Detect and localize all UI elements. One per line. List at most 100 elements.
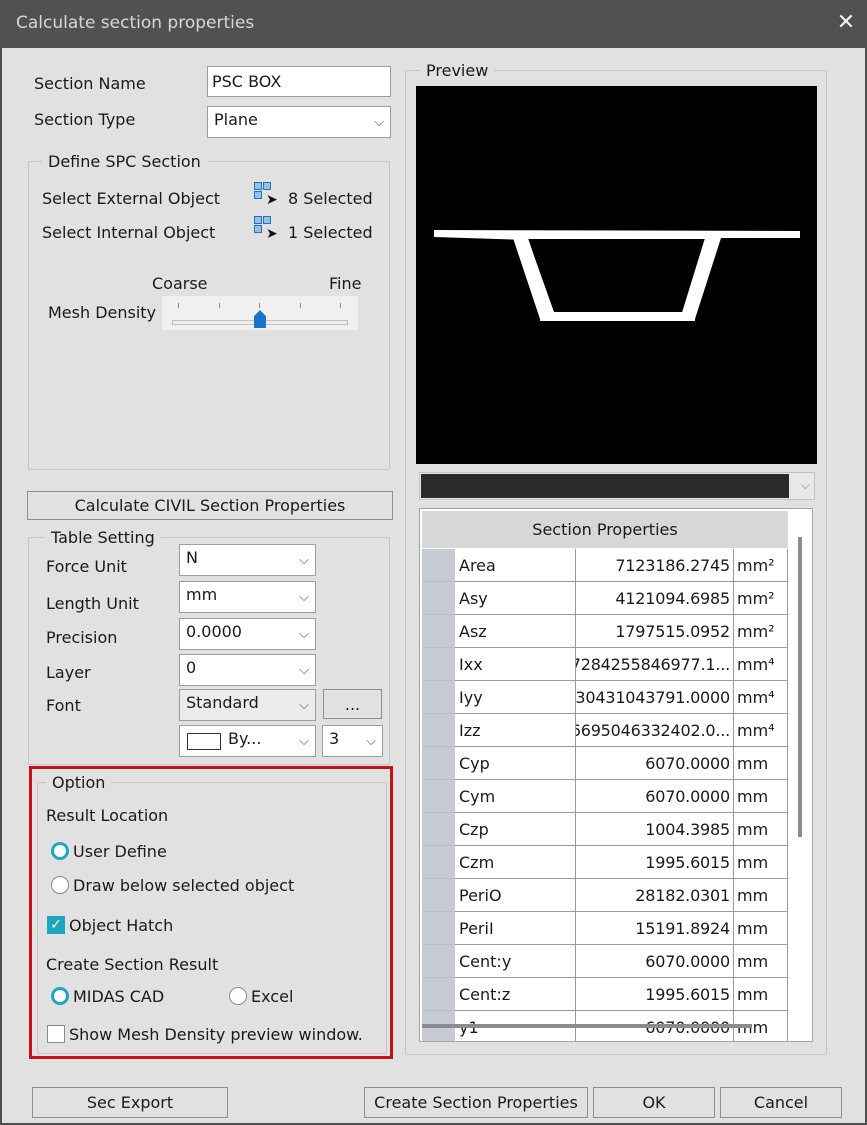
row-header[interactable] bbox=[422, 879, 455, 912]
close-icon[interactable]: ✕ bbox=[832, 8, 860, 38]
precision-value: 0.0000 bbox=[186, 622, 242, 641]
select-internal-icon[interactable]: ➤ bbox=[254, 216, 278, 242]
create-section-properties-button[interactable]: Create Section Properties bbox=[364, 1087, 588, 1118]
cancel-button[interactable]: Cancel bbox=[720, 1087, 842, 1118]
chevron-down-icon[interactable]: ⌵ bbox=[293, 690, 315, 720]
row-header[interactable] bbox=[422, 615, 455, 648]
property-name-cell: Cyp bbox=[455, 747, 576, 780]
property-value-cell: 1995.6015 bbox=[576, 978, 734, 1011]
property-name-cell: PeriI bbox=[455, 912, 576, 945]
property-unit-cell: mm² bbox=[734, 615, 788, 648]
horizontal-scrollbar[interactable] bbox=[422, 1024, 752, 1028]
layer-label: Layer bbox=[46, 663, 91, 682]
external-selected-count: 8 Selected bbox=[288, 189, 373, 208]
property-value-cell: 15191.8924 bbox=[576, 912, 734, 945]
section-properties-table[interactable]: Section Properties Area 7123186.2745 mm² As… bbox=[419, 508, 813, 1042]
chevron-down-icon[interactable]: ⌵ bbox=[293, 726, 315, 756]
font-more-button[interactable]: ... bbox=[323, 689, 382, 719]
external-object-label: Select External Object bbox=[42, 189, 221, 208]
font-label: Font bbox=[46, 696, 81, 715]
property-unit-cell: mm⁴ bbox=[734, 681, 788, 714]
ok-button[interactable]: OK bbox=[593, 1087, 715, 1118]
row-header[interactable] bbox=[422, 945, 455, 978]
property-value-cell: 1995.6015 bbox=[576, 846, 734, 879]
psc-box-bottom-flange bbox=[540, 312, 695, 321]
line-weight-select[interactable]: 3 ⌵ bbox=[322, 725, 383, 757]
select-external-icon[interactable]: ➤ bbox=[254, 182, 278, 208]
property-unit-cell: mm bbox=[734, 747, 788, 780]
line-type-select[interactable]: By... ⌵ bbox=[179, 725, 316, 757]
property-value-cell: 1797515.0952 bbox=[576, 615, 734, 648]
row-header[interactable] bbox=[422, 648, 455, 681]
row-header[interactable] bbox=[422, 813, 455, 846]
property-value-cell: 6070.0000 bbox=[576, 747, 734, 780]
length-unit-select[interactable]: mm ⌵ bbox=[179, 581, 316, 613]
precision-label: Precision bbox=[46, 628, 118, 647]
psc-box-section-drawing bbox=[434, 230, 800, 321]
row-header[interactable] bbox=[422, 582, 455, 615]
vertical-scrollbar[interactable] bbox=[798, 537, 802, 837]
property-unit-cell: mm bbox=[734, 846, 788, 879]
row-header[interactable] bbox=[422, 846, 455, 879]
property-name-cell: Czm bbox=[455, 846, 576, 879]
section-type-select[interactable]: Plane ⌵ bbox=[207, 106, 391, 138]
property-value-cell: 28182.0301 bbox=[576, 879, 734, 912]
row-header[interactable] bbox=[422, 747, 455, 780]
title-bar[interactable]: Calculate section properties ✕ bbox=[0, 0, 867, 48]
chevron-down-icon[interactable]: ⌵ bbox=[293, 619, 315, 649]
property-value-cell: 17284255846977.1... bbox=[576, 648, 734, 681]
table-setting-title: Table Setting bbox=[45, 528, 161, 547]
calculate-civil-button[interactable]: Calculate CIVIL Section Properties bbox=[27, 491, 393, 520]
layer-select[interactable]: 0 ⌵ bbox=[179, 654, 316, 686]
property-name-cell: Cym bbox=[455, 780, 576, 813]
property-unit-cell: mm⁴ bbox=[734, 714, 788, 747]
row-header[interactable] bbox=[422, 912, 455, 945]
fine-label: Fine bbox=[329, 274, 362, 293]
chevron-down-icon[interactable]: ⌵ bbox=[801, 478, 810, 493]
property-unit-cell: mm bbox=[734, 978, 788, 1011]
property-value-cell: 7123186.2745 bbox=[576, 549, 734, 582]
preview-layer-color bbox=[421, 474, 789, 498]
chevron-down-icon[interactable]: ⌵ bbox=[293, 545, 315, 575]
property-value-cell: 8230431043791.0000 bbox=[576, 681, 734, 714]
font-select[interactable]: Standard ⌵ bbox=[179, 689, 316, 721]
row-header[interactable] bbox=[422, 714, 455, 747]
line-swatch-icon bbox=[187, 733, 221, 750]
section-name-input[interactable]: PSC BOX bbox=[207, 66, 391, 97]
chevron-down-icon[interactable]: ⌵ bbox=[368, 107, 390, 137]
chevron-down-icon[interactable]: ⌵ bbox=[293, 582, 315, 612]
row-header[interactable] bbox=[422, 780, 455, 813]
section-name-label: Section Name bbox=[34, 74, 146, 93]
preview-title: Preview bbox=[420, 61, 495, 80]
line-type-value: By... bbox=[228, 729, 262, 748]
mesh-density-label: Mesh Density bbox=[48, 303, 157, 322]
window-title: Calculate section properties bbox=[16, 13, 255, 33]
precision-select[interactable]: 0.0000 ⌵ bbox=[179, 618, 316, 650]
property-unit-cell: mm bbox=[734, 780, 788, 813]
coarse-label: Coarse bbox=[152, 274, 208, 293]
row-header[interactable] bbox=[422, 549, 455, 582]
row-header[interactable] bbox=[422, 978, 455, 1011]
property-unit-cell: mm bbox=[734, 813, 788, 846]
internal-object-label: Select Internal Object bbox=[42, 223, 216, 242]
section-type-label: Section Type bbox=[34, 110, 136, 129]
property-unit-cell: mm⁴ bbox=[734, 648, 788, 681]
property-value-cell: 6070.0000 bbox=[576, 945, 734, 978]
layer-value: 0 bbox=[186, 658, 197, 677]
preview-layer-select[interactable]: ⌵ bbox=[419, 472, 815, 500]
chevron-down-icon[interactable]: ⌵ bbox=[360, 726, 382, 756]
font-value: Standard bbox=[186, 693, 259, 712]
line-weight-value: 3 bbox=[329, 729, 340, 748]
spc-section-title: Define SPC Section bbox=[42, 152, 207, 171]
force-unit-select[interactable]: N ⌵ bbox=[179, 544, 316, 576]
chevron-down-icon[interactable]: ⌵ bbox=[293, 655, 315, 685]
row-header[interactable] bbox=[422, 681, 455, 714]
sec-export-button[interactable]: Sec Export bbox=[32, 1087, 228, 1118]
section-type-value: Plane bbox=[214, 110, 258, 129]
property-unit-cell: mm bbox=[734, 912, 788, 945]
property-unit-cell: mm bbox=[734, 879, 788, 912]
length-unit-value: mm bbox=[186, 585, 218, 604]
property-name-cell: Czp bbox=[455, 813, 576, 846]
property-name-cell: Cent:y bbox=[455, 945, 576, 978]
property-unit-cell: mm² bbox=[734, 582, 788, 615]
